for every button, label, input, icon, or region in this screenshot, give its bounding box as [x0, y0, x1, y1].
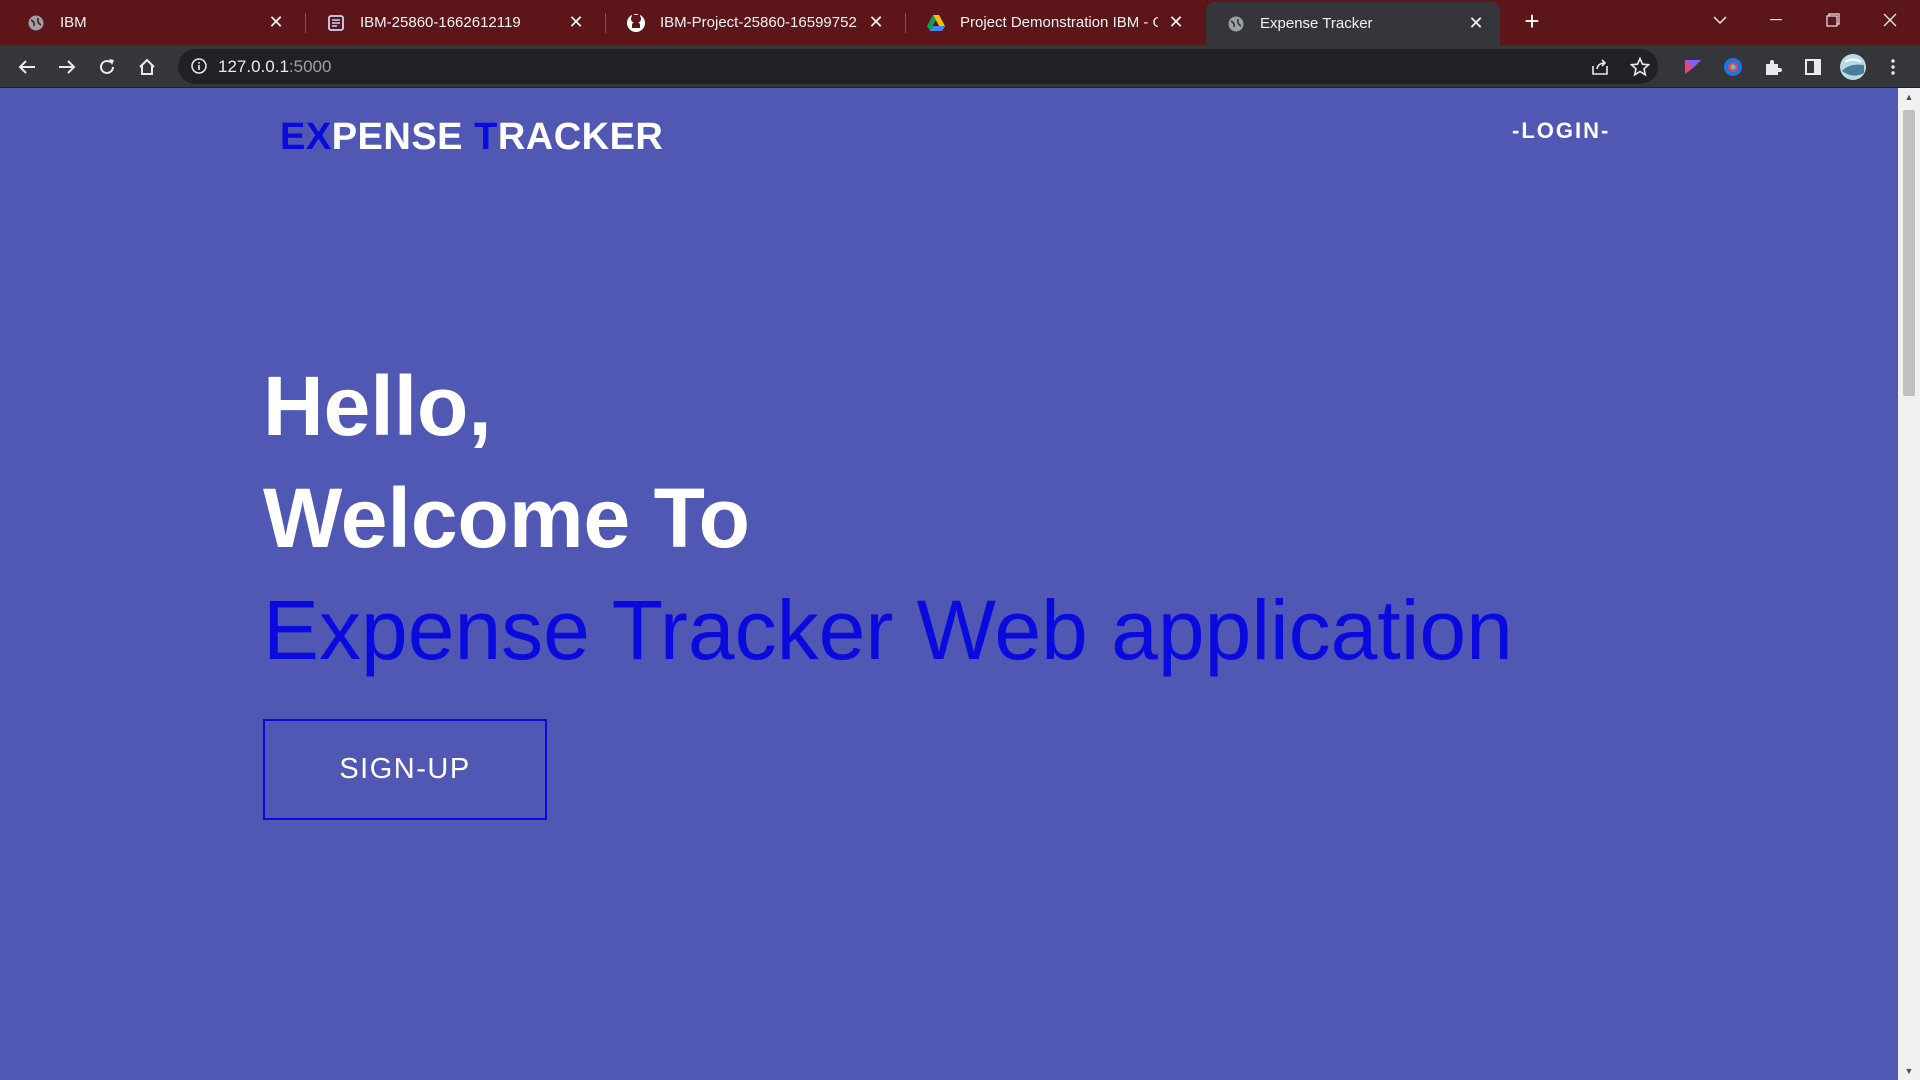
close-icon[interactable]: ✕ — [1166, 12, 1186, 33]
logo-text-racker: RACKER — [497, 116, 664, 158]
tab-title: IBM-Project-25860-1659975210/ — [660, 14, 858, 31]
logo-accent-ex: EX — [280, 116, 332, 158]
url-port: :5000 — [288, 57, 332, 76]
tab-title: Project Demonstration IBM - Goo — [960, 14, 1158, 31]
extension-circle-icon[interactable] — [1718, 52, 1748, 82]
scroll-up-arrow-icon[interactable]: ▲ — [1904, 92, 1914, 102]
logo-accent-t: T — [474, 116, 498, 158]
scroll-down-arrow-icon[interactable]: ▼ — [1904, 1066, 1914, 1076]
close-icon[interactable]: ✕ — [566, 12, 586, 33]
reload-icon[interactable] — [92, 52, 122, 82]
close-icon[interactable]: ✕ — [266, 12, 286, 33]
extension-flag-icon[interactable] — [1678, 52, 1708, 82]
tab-expense-tracker[interactable]: Expense Tracker ✕ — [1206, 2, 1500, 45]
globe-icon — [26, 13, 46, 33]
side-panel-icon[interactable] — [1798, 52, 1828, 82]
menu-dots-icon[interactable] — [1878, 52, 1908, 82]
tab-ibm-project[interactable]: IBM-Project-25860-1659975210/ ✕ — [606, 4, 900, 41]
scrollbar-thumb[interactable] — [1903, 110, 1915, 396]
profile-avatar-icon[interactable] — [1838, 52, 1868, 82]
minimize-icon[interactable] — [1756, 6, 1796, 34]
login-link[interactable]: -LOGIN- — [1512, 118, 1610, 144]
close-window-icon[interactable] — [1870, 6, 1910, 34]
browser-tab-strip: IBM ✕ IBM-25860-1662612119 ✕ IBM-Project… — [0, 0, 1920, 45]
page-scrollbar[interactable]: ▲ ▼ — [1898, 88, 1920, 1080]
share-icon[interactable] — [1588, 55, 1612, 79]
back-arrow-icon[interactable] — [12, 52, 42, 82]
signup-button[interactable]: SIGN-UP — [263, 719, 547, 820]
close-icon[interactable]: ✕ — [866, 12, 886, 33]
google-drive-icon — [926, 13, 946, 33]
address-bar[interactable]: 127.0.0.1:5000 — [178, 49, 1658, 84]
tab-search-chevron-icon[interactable] — [1700, 6, 1740, 34]
close-icon[interactable]: ✕ — [1466, 13, 1486, 34]
site-logo[interactable]: EXPENSE TRACKER — [280, 116, 663, 159]
restore-icon[interactable] — [1813, 6, 1853, 34]
page-content: EXPENSE TRACKER -LOGIN- Hello, Welcome T… — [0, 88, 1898, 1080]
tab-title: Expense Tracker — [1260, 15, 1373, 32]
logo-text-pense: PENSE — [331, 116, 475, 158]
info-icon[interactable] — [190, 57, 208, 75]
hero-app-name: Expense Tracker Web application — [263, 583, 1513, 677]
hero-welcome: Welcome To — [263, 471, 750, 565]
github-icon — [626, 13, 646, 33]
extensions-puzzle-icon[interactable] — [1758, 52, 1788, 82]
browser-toolbar: 127.0.0.1:5000 — [0, 45, 1920, 88]
tab-ibm-25860[interactable]: IBM-25860-1662612119 ✕ — [306, 4, 600, 41]
document-icon — [326, 13, 346, 33]
tab-project-demonstration[interactable]: Project Demonstration IBM - Goo ✕ — [906, 4, 1200, 41]
tab-title: IBM-25860-1662612119 — [360, 14, 521, 31]
url-host: 127.0.0.1 — [218, 57, 289, 76]
url-text: 127.0.0.1:5000 — [218, 57, 331, 77]
globe-icon — [1226, 14, 1246, 34]
forward-arrow-icon[interactable] — [52, 52, 82, 82]
hero-greeting: Hello, — [263, 359, 492, 453]
tab-title: IBM — [60, 14, 87, 31]
bookmark-star-icon[interactable] — [1628, 55, 1652, 79]
tab-ibm[interactable]: IBM ✕ — [6, 4, 300, 41]
home-icon[interactable] — [132, 52, 162, 82]
new-tab-button[interactable]: + — [1520, 8, 1544, 34]
